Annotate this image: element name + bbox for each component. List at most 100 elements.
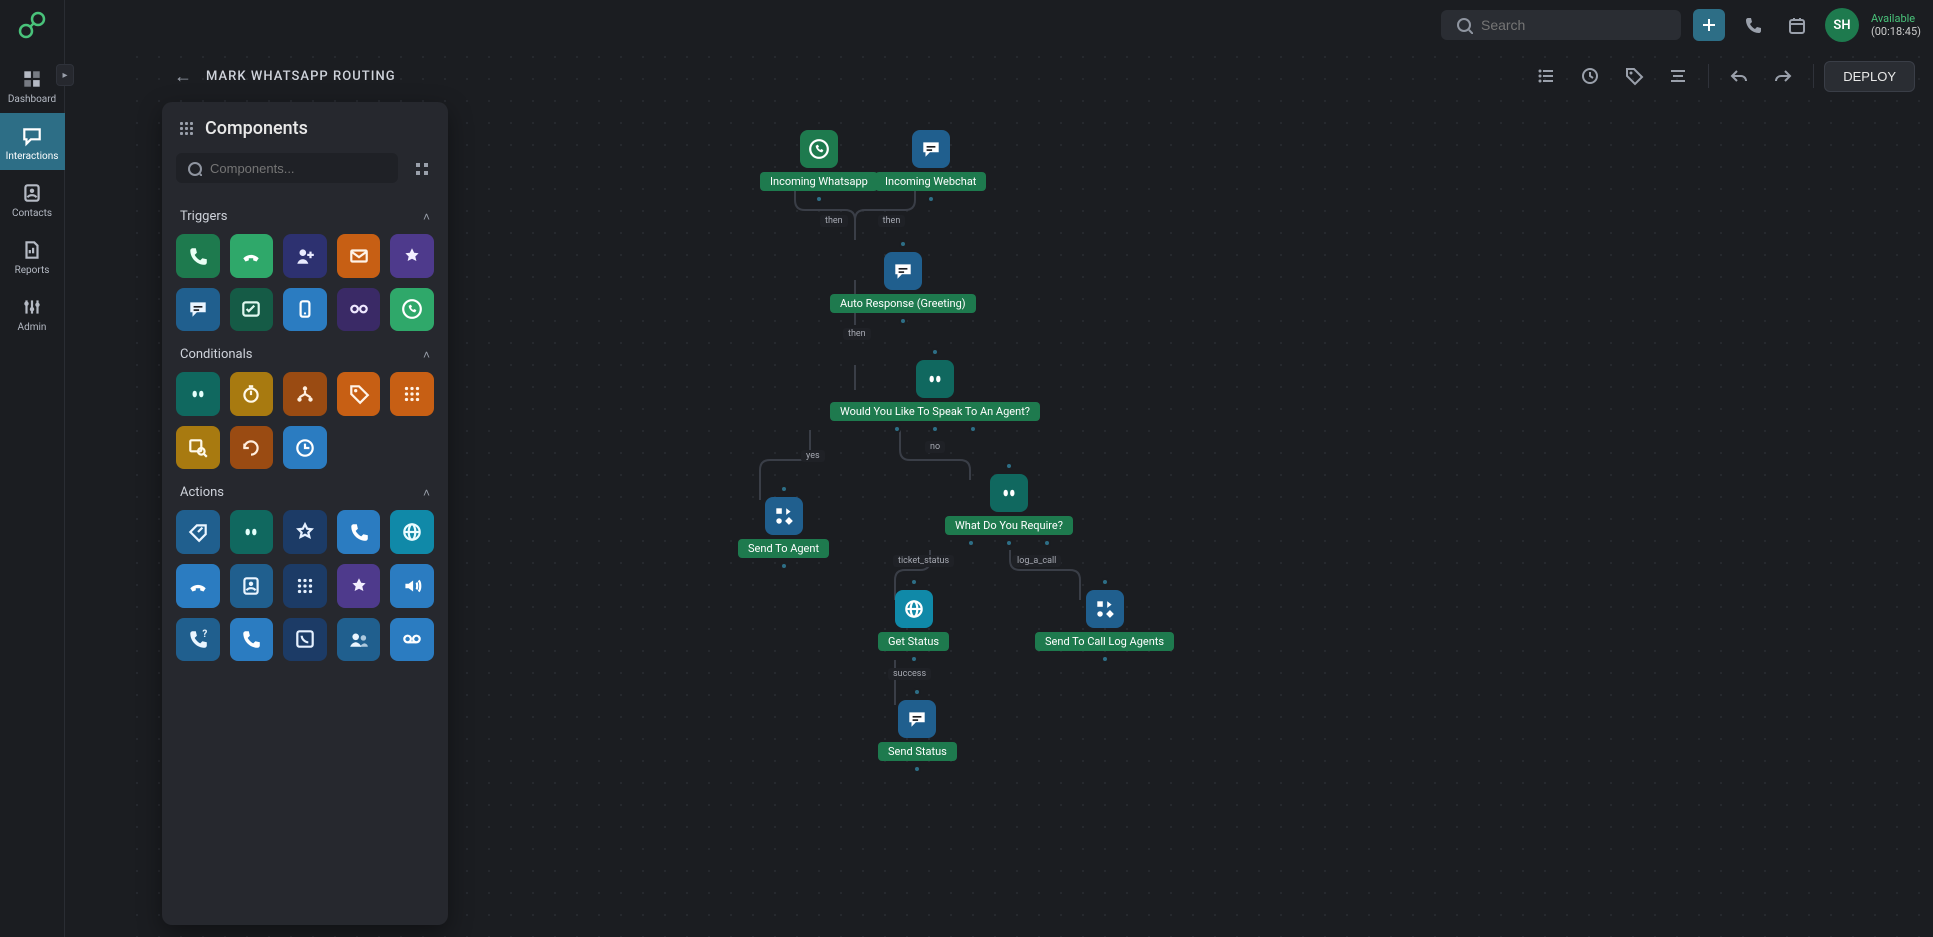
node-port[interactable] <box>1043 539 1051 547</box>
eyes-icon <box>187 383 209 405</box>
section-actions[interactable]: Actions ˄ <box>172 469 438 510</box>
nav-reports[interactable]: Reports <box>0 227 65 284</box>
action-callbox[interactable] <box>283 618 327 662</box>
node-port[interactable] <box>899 240 907 248</box>
global-search-input[interactable] <box>1481 17 1667 33</box>
node-port[interactable] <box>931 425 939 433</box>
action-play[interactable] <box>390 564 434 608</box>
history-icon <box>1580 66 1600 86</box>
cond-schedule[interactable] <box>283 426 327 470</box>
avatar[interactable]: SH <box>1825 8 1859 42</box>
action-menu[interactable] <box>230 510 274 554</box>
cond-dialpad[interactable] <box>390 372 434 416</box>
cond-timer[interactable] <box>230 372 274 416</box>
dialer-button[interactable] <box>1737 9 1769 41</box>
action-contact[interactable] <box>230 564 274 608</box>
node-get-status[interactable]: Get Status <box>878 578 949 663</box>
back-button[interactable]: ← <box>174 66 192 87</box>
trigger-sms[interactable] <box>283 288 327 332</box>
action-call[interactable] <box>337 510 381 554</box>
trigger-missed-call[interactable] <box>230 234 274 278</box>
node-port[interactable] <box>927 195 935 203</box>
trigger-whatsapp[interactable] <box>390 288 434 332</box>
nav-admin[interactable]: Admin <box>0 284 65 341</box>
node-port[interactable] <box>899 317 907 325</box>
nav-dashboard[interactable]: Dashboard <box>0 56 65 113</box>
drag-handle-icon[interactable] <box>180 122 193 135</box>
layout-toggle-button[interactable] <box>408 155 434 181</box>
panel-search-input[interactable] <box>210 161 388 176</box>
panel-search[interactable] <box>176 153 398 183</box>
node-port[interactable] <box>1101 655 1109 663</box>
nav-contacts[interactable]: Contacts <box>0 170 65 227</box>
undo-button[interactable] <box>1719 59 1759 93</box>
edge-then3: then <box>843 328 871 340</box>
node-port[interactable] <box>893 425 901 433</box>
node-port[interactable] <box>931 348 939 356</box>
node-port[interactable] <box>1005 462 1013 470</box>
action-voicemail[interactable] <box>390 618 434 662</box>
trigger-chat[interactable] <box>176 288 220 332</box>
action-tag[interactable] <box>176 510 220 554</box>
node-port[interactable] <box>913 765 921 773</box>
cond-retry[interactable] <box>230 426 274 470</box>
node-port[interactable] <box>969 425 977 433</box>
trigger-incoming-call[interactable] <box>176 234 220 278</box>
node-label: Auto Response (Greeting) <box>830 294 976 313</box>
redo-button[interactable] <box>1763 59 1803 93</box>
trigger-rating[interactable] <box>390 234 434 278</box>
trigger-task[interactable] <box>230 288 274 332</box>
node-port[interactable] <box>910 655 918 663</box>
panel-scroll[interactable]: Triggers ˄ Conditionals <box>162 193 448 925</box>
action-queue[interactable] <box>176 618 220 662</box>
action-group[interactable] <box>337 618 381 662</box>
node-incoming-whatsapp[interactable]: Incoming Whatsapp <box>760 130 878 203</box>
list-view-button[interactable] <box>1526 59 1566 93</box>
section-label: Actions <box>180 485 224 500</box>
trigger-add-user[interactable] <box>283 234 327 278</box>
node-send-call-log[interactable]: Send To Call Log Agents <box>1035 578 1174 663</box>
node-send-to-agent[interactable]: Send To Agent <box>738 485 829 570</box>
report-icon <box>21 239 43 261</box>
nav-interactions[interactable]: Interactions <box>0 113 65 170</box>
node-port[interactable] <box>1005 539 1013 547</box>
node-send-status[interactable]: Send Status <box>878 688 957 773</box>
section-triggers[interactable]: Triggers ˄ <box>172 193 438 234</box>
node-port[interactable] <box>910 578 918 586</box>
edge-ticket: ticket_status <box>893 555 954 567</box>
node-auto-response[interactable]: Auto Response (Greeting) <box>830 240 976 325</box>
node-port[interactable] <box>780 485 788 493</box>
action-star[interactable] <box>283 510 327 554</box>
calendar-button[interactable] <box>1781 9 1813 41</box>
calendar-icon <box>1787 15 1807 35</box>
node-port[interactable] <box>815 195 823 203</box>
presence-indicator[interactable]: Available (00:18:45) <box>1871 12 1921 38</box>
history-button[interactable] <box>1570 59 1610 93</box>
trigger-email[interactable] <box>337 234 381 278</box>
tags-button[interactable] <box>1614 59 1654 93</box>
node-port[interactable] <box>967 539 975 547</box>
action-http[interactable] <box>390 510 434 554</box>
cond-lookup[interactable] <box>176 426 220 470</box>
action-dial[interactable] <box>230 618 274 662</box>
align-button[interactable] <box>1658 59 1698 93</box>
edge-label: log_a_call <box>1012 555 1061 567</box>
brand-logo <box>16 9 48 41</box>
node-what-require[interactable]: What Do You Require? <box>945 462 1073 547</box>
node-incoming-webchat[interactable]: Incoming Webchat <box>875 130 986 203</box>
node-speak-agent[interactable]: Would You Like To Speak To An Agent? <box>830 348 1040 433</box>
node-port[interactable] <box>913 688 921 696</box>
trigger-api[interactable] <box>337 288 381 332</box>
cond-menu[interactable] <box>176 372 220 416</box>
node-port[interactable] <box>780 562 788 570</box>
cond-branch[interactable] <box>283 372 327 416</box>
create-button[interactable] <box>1693 9 1725 41</box>
action-dialpad[interactable] <box>283 564 327 608</box>
cond-tag[interactable] <box>337 372 381 416</box>
node-port[interactable] <box>1101 578 1109 586</box>
action-hangup[interactable] <box>176 564 220 608</box>
deploy-button[interactable]: DEPLOY <box>1824 61 1915 92</box>
section-conditionals[interactable]: Conditionals ˄ <box>172 331 438 372</box>
action-badge[interactable] <box>337 564 381 608</box>
global-search[interactable] <box>1441 10 1681 40</box>
